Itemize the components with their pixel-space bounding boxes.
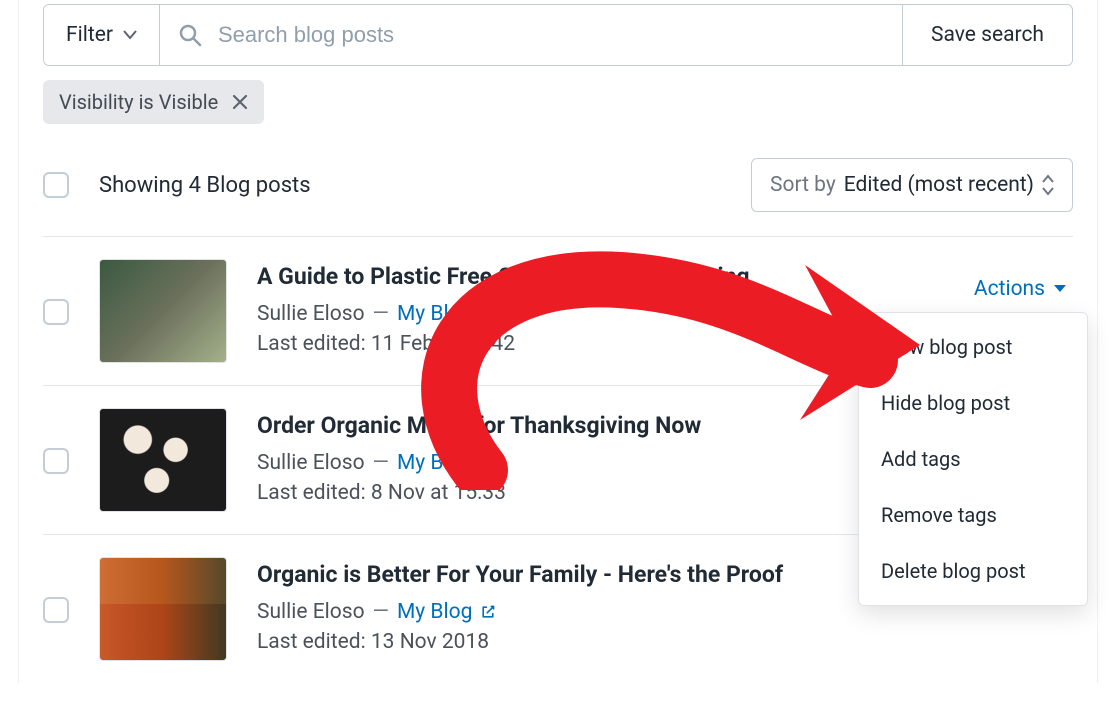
post-author: Sullie Eloso bbox=[257, 302, 365, 326]
post-checkbox[interactable] bbox=[43, 299, 69, 325]
toolbar: Filter Save search bbox=[43, 4, 1073, 66]
menu-item-remove-tags[interactable]: Remove tags bbox=[859, 487, 1087, 543]
blog-link-label: My Blog bbox=[397, 302, 472, 326]
post-thumbnail[interactable] bbox=[99, 557, 227, 661]
meta-separator: — bbox=[373, 600, 389, 624]
sort-prefix: Sort by bbox=[770, 173, 836, 197]
post-author: Sullie Eloso bbox=[257, 600, 365, 624]
external-link-icon bbox=[480, 306, 496, 322]
menu-item-view[interactable]: View blog post bbox=[859, 319, 1087, 375]
meta-separator: — bbox=[373, 451, 389, 475]
blog-link[interactable]: My Blog bbox=[397, 600, 496, 624]
sort-caret-icon bbox=[1042, 174, 1054, 196]
meta-separator: — bbox=[373, 302, 389, 326]
post-title[interactable]: A Guide to Plastic Free Compostable Pack… bbox=[257, 263, 1073, 290]
blog-link-label: My Blog bbox=[397, 600, 472, 624]
search-icon bbox=[178, 23, 202, 47]
menu-item-delete[interactable]: Delete blog post bbox=[859, 543, 1087, 599]
select-all-checkbox[interactable] bbox=[43, 172, 69, 198]
close-icon[interactable] bbox=[232, 94, 248, 110]
sort-value: Edited (most recent) bbox=[844, 173, 1034, 197]
menu-item-add-tags[interactable]: Add tags bbox=[859, 431, 1087, 487]
actions-label: Actions bbox=[974, 277, 1045, 301]
external-link-icon bbox=[480, 604, 496, 620]
actions-menu: View blog post Hide blog post Add tags R… bbox=[858, 312, 1088, 606]
list-header: Showing 4 Blog posts Sort by Edited (mos… bbox=[43, 150, 1073, 236]
save-search-button[interactable]: Save search bbox=[902, 5, 1072, 65]
search-wrap bbox=[160, 5, 902, 65]
post-checkbox[interactable] bbox=[43, 597, 69, 623]
post-checkbox[interactable] bbox=[43, 448, 69, 474]
showing-count: Showing 4 Blog posts bbox=[99, 173, 311, 198]
search-input[interactable] bbox=[216, 21, 884, 49]
post-last-edited: Last edited: 13 Nov 2018 bbox=[257, 630, 1073, 654]
blog-link-label: My Blog bbox=[397, 451, 472, 475]
caret-down-icon bbox=[123, 30, 137, 40]
post-author: Sullie Eloso bbox=[257, 451, 365, 475]
sort-button[interactable]: Sort by Edited (most recent) bbox=[751, 158, 1073, 212]
menu-item-hide[interactable]: Hide blog post bbox=[859, 375, 1087, 431]
filter-chips: Visibility is Visible bbox=[43, 80, 1073, 124]
filter-chip-visibility[interactable]: Visibility is Visible bbox=[43, 80, 264, 124]
caret-down-icon bbox=[1053, 284, 1067, 294]
blog-link[interactable]: My Blog bbox=[397, 451, 496, 475]
filter-button[interactable]: Filter bbox=[44, 5, 160, 65]
post-thumbnail[interactable] bbox=[99, 408, 227, 512]
chip-label: Visibility is Visible bbox=[59, 90, 218, 114]
actions-button[interactable]: Actions bbox=[974, 277, 1067, 301]
filter-label: Filter bbox=[66, 23, 113, 47]
post-thumbnail[interactable] bbox=[99, 259, 227, 363]
blog-link[interactable]: My Blog bbox=[397, 302, 496, 326]
save-search-label: Save search bbox=[931, 23, 1044, 47]
external-link-icon bbox=[480, 455, 496, 471]
